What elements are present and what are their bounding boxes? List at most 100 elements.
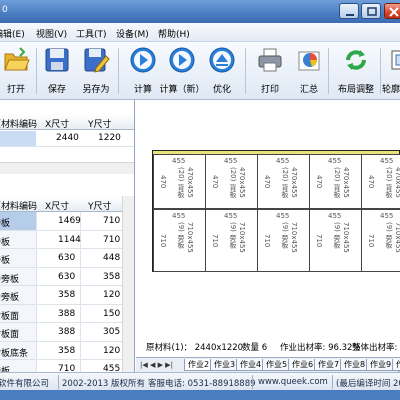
layout-panel[interactable]: 455 710 (9) 旁板 710x455 xyxy=(257,209,310,272)
layout-panel[interactable]: 455 470 (20) 背板 470x455 xyxy=(153,154,206,209)
tab-job[interactable]: 作业7 xyxy=(314,359,344,371)
layout-panel[interactable]: 455 710 (9) 旁板 710x455 xyxy=(361,209,400,272)
info-bar: 原材料(1)： 2440x1220 数量 6 作业出材率: 96.32% 整体出… xyxy=(136,335,400,357)
tab-job[interactable]: 作业 xyxy=(392,359,400,380)
layout-adjust-label: 布局调整 xyxy=(337,85,374,95)
col-x-size[interactable]: X尺寸 xyxy=(45,199,69,212)
menu-help[interactable]: 帮助(H) xyxy=(158,27,190,40)
parts-table-scrollbar[interactable] xyxy=(122,196,134,372)
panel-width-dim: 455 xyxy=(172,157,186,165)
table-row[interactable]: 背板面 388 150 xyxy=(0,304,122,323)
tab-job[interactable]: 作业8 xyxy=(340,359,370,371)
save-as-icon xyxy=(84,48,110,73)
panel-height-dim: 710 xyxy=(263,233,271,247)
summary-button[interactable]: 汇总 xyxy=(289,44,329,96)
table-row[interactable]: 背板面 388 305 xyxy=(0,323,122,342)
table-row[interactable]: 背板底条 358 120 xyxy=(0,341,122,360)
layout-panel[interactable]: 455 470 (20) 背板 470x455 xyxy=(309,154,362,209)
panel-size-label: 710x455 xyxy=(186,222,194,253)
status-copyright: 2002-2013 版权所有 xyxy=(62,379,146,389)
panel-size-label: 470x455 xyxy=(394,167,400,198)
col-material-code[interactable]: 原材料编码 xyxy=(0,199,37,212)
sheet-table-scrollbar[interactable] xyxy=(0,162,134,174)
table-row[interactable]: 旁板 1144 710 xyxy=(0,230,122,249)
panel-height-dim: 470 xyxy=(315,174,323,188)
part-x: 630 xyxy=(58,271,76,282)
maximize-icon xyxy=(367,7,377,16)
menu-bar: 编辑(E) 视图(V) 工具(T) 设备(M) 帮助(H) xyxy=(0,23,400,42)
floppy-disk-icon xyxy=(45,48,69,72)
layout-adjust-button[interactable]: 布局调整 xyxy=(336,44,376,96)
tab-job[interactable]: 作业9 xyxy=(366,359,396,371)
close-icon xyxy=(389,7,399,17)
col-y-size[interactable]: Y尺寸 xyxy=(88,199,112,212)
panel-size-label: 470x455 xyxy=(186,167,194,198)
table-row[interactable]: 2440 1220 xyxy=(0,131,134,146)
minimize-button[interactable] xyxy=(339,3,359,19)
panel-part-label: (9) 旁板 xyxy=(281,222,289,249)
panel-height-dim: 470 xyxy=(159,174,167,188)
tab-job[interactable]: 作业4 xyxy=(236,359,266,371)
save-as-button[interactable]: 另存为 xyxy=(76,44,116,96)
outline-button[interactable]: 轮廓 xyxy=(382,44,400,96)
save-as-label: 另存为 xyxy=(82,85,110,95)
part-code: 背板面 xyxy=(0,311,20,322)
row-selector xyxy=(0,131,36,146)
tab-job[interactable]: 作业6 xyxy=(288,359,318,371)
left-pane: 原材料编码 X尺寸 Y尺寸 2440 1220 原材料编码 X尺寸 Y尺寸 旁板… xyxy=(0,100,135,397)
table-row[interactable]: 中旁板 358 120 xyxy=(0,286,122,305)
tab-job[interactable]: 作业3 xyxy=(210,359,240,371)
material-info: 原材料(1)： 2440x1220 xyxy=(146,343,244,353)
tabs-bar: |◀ ◀ ▶ ▶| 作业2作业3作业4作业5作业6作业7作业8作业9作业 xyxy=(136,357,400,380)
toolbar-separator xyxy=(328,48,329,94)
tab-job[interactable]: 作业2 xyxy=(184,359,214,371)
panel-size-label: 470x455 xyxy=(290,167,298,198)
eject-icon xyxy=(209,47,235,73)
tab-navigation[interactable]: |◀ ◀ ▶ ▶| xyxy=(140,361,173,369)
layout-panel[interactable]: 455 470 (20) 背板 470x455 xyxy=(257,154,310,209)
col-x-size[interactable]: X尺寸 xyxy=(45,117,69,130)
window-title: 0 xyxy=(2,5,8,15)
menu-device[interactable]: 设备(M) xyxy=(116,27,149,40)
panel-height-dim: 470 xyxy=(211,174,219,188)
table-row[interactable]: 中旁板 630 358 xyxy=(0,267,122,286)
panel-width-dim: 455 xyxy=(380,212,394,220)
play-icon xyxy=(130,47,156,73)
sheet-table-header: 原材料编码 X尺寸 Y尺寸 xyxy=(0,114,134,130)
menu-tools[interactable]: 工具(T) xyxy=(76,27,107,40)
menu-view[interactable]: 视图(V) xyxy=(36,27,67,40)
panel-size-label: 470x455 xyxy=(342,167,350,198)
window-frame-bottom xyxy=(0,390,400,400)
sheet-board[interactable]: 455 470 (20) 背板 470x455 455 470 (20) 背板 470x455… xyxy=(152,150,400,272)
layout-panel[interactable]: 455 710 (9) 旁板 710x455 xyxy=(309,209,362,272)
menu-edit[interactable]: 编辑(E) xyxy=(0,27,25,40)
printer-icon xyxy=(258,48,282,72)
table-row[interactable]: 旁板 1469 710 xyxy=(0,212,122,231)
panel-size-label: 710x455 xyxy=(290,222,298,253)
col-y-size[interactable]: Y尺寸 xyxy=(88,117,112,130)
overall-rate-info: 整体出材率: 97 xyxy=(352,343,400,353)
part-x: 1144 xyxy=(58,234,81,245)
layout-panel[interactable]: 455 710 (9) 旁板 710x455 xyxy=(205,209,258,272)
table-row[interactable]: 旁板 630 448 xyxy=(0,249,122,268)
layout-panel[interactable]: 455 710 (9) 旁板 710x455 xyxy=(153,209,206,272)
part-y: 305 xyxy=(103,327,121,337)
part-y: 150 xyxy=(103,308,121,319)
parts-table-header: 原材料编码 X尺寸 Y尺寸 xyxy=(0,196,122,212)
tab-job[interactable]: 作业5 xyxy=(262,359,292,371)
minimize-icon xyxy=(346,14,354,16)
part-y: 120 xyxy=(103,290,121,300)
part-y: 120 xyxy=(103,345,121,356)
part-code: 旁板 xyxy=(0,256,11,266)
play-new-icon xyxy=(169,47,195,73)
status-website[interactable]: www.queek.com xyxy=(258,377,328,387)
maximize-button[interactable] xyxy=(361,3,381,19)
layout-panel[interactable]: 455 470 (20) 背板 470x455 xyxy=(205,154,258,209)
part-x: 388 xyxy=(58,327,76,337)
col-material-code[interactable]: 原材料编码 xyxy=(0,117,37,130)
optimize-button[interactable]: 优化 xyxy=(202,44,242,96)
count-info: 数量 6 xyxy=(242,343,268,353)
close-button[interactable] xyxy=(384,3,400,19)
outline-label: 轮廓 xyxy=(382,85,400,95)
layout-panel[interactable]: 455 470 (20) 背板 470x455 xyxy=(361,154,400,209)
